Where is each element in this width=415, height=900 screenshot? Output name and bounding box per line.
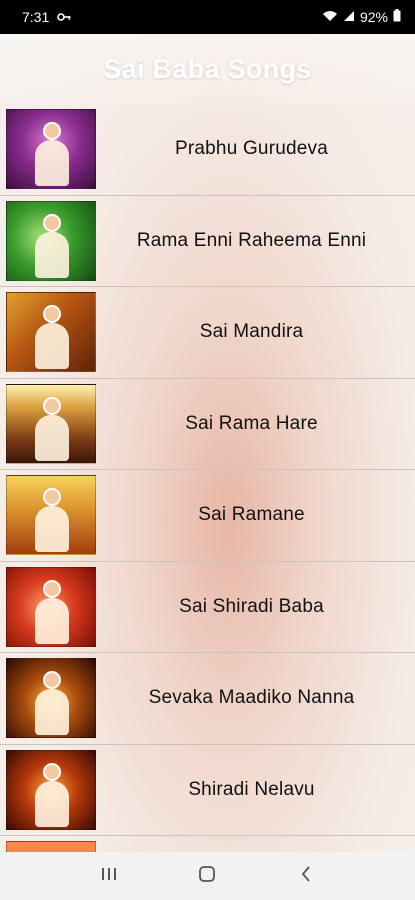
thumbnail-figure-body (35, 506, 69, 553)
status-bar: 7:31 92% (0, 0, 415, 34)
song-title: Sai Shiradi Baba (179, 595, 324, 617)
battery-text: 92% (359, 9, 388, 25)
song-item-prabhu-gurudeva[interactable]: Prabhu Gurudeva (0, 104, 415, 196)
thumbnail-figure-body (35, 140, 69, 187)
thumbnail-figure-head (43, 671, 61, 690)
song-title: Sevaka Maadiko Nanna (148, 687, 355, 709)
back-button[interactable] (286, 856, 326, 896)
thumbnail-figure-head (43, 213, 61, 232)
song-thumbnail (6, 841, 96, 852)
song-thumbnail (6, 292, 96, 373)
song-item-sevaka-maadiko-nanna[interactable]: Sevaka Maadiko Nanna (0, 653, 415, 745)
thumbnail-figure-head (43, 122, 61, 141)
song-item-sai-mandira[interactable]: Sai Mandira (0, 287, 415, 379)
thumbnail-figure-head (43, 305, 61, 324)
song-title: Rama Enni Raheema Enni (136, 229, 367, 251)
thumbnail-figure-head (43, 762, 61, 781)
song-thumbnail (6, 658, 96, 739)
recents-button[interactable] (89, 856, 129, 896)
status-right: 92% (322, 9, 401, 25)
song-list[interactable]: Prabhu Gurudeva Rama Enni Raheema Enni S… (0, 104, 415, 852)
song-thumbnail (6, 749, 96, 830)
song-item-rama-enni-raheema-enni[interactable]: Rama Enni Raheema Enni (0, 196, 415, 287)
song-title: Prabhu Gurudeva (175, 138, 328, 160)
battery-icon (393, 9, 401, 25)
back-icon (300, 865, 312, 888)
status-time: 7:31 (22, 9, 50, 25)
song-item-sai-ramane[interactable]: Sai Ramane (0, 470, 415, 562)
song-item-sai-shiradi-baba[interactable]: Sai Shiradi Baba (0, 562, 415, 653)
song-thumbnail (6, 475, 96, 556)
song-thumbnail (6, 383, 96, 464)
song-title: Shiradi Nelavu (188, 778, 315, 800)
song-item-sai-rama-hare[interactable]: Sai Rama Hare (0, 379, 415, 470)
song-item-shiradi-nelavu[interactable]: Shiradi Nelavu (0, 745, 415, 836)
system-nav-bar (0, 852, 415, 900)
thumbnail-figure-body (35, 780, 69, 827)
thumbnail-figure-body (35, 414, 69, 461)
signal-icon (343, 9, 355, 25)
thumbnail-figure-body (35, 597, 69, 644)
song-title: Sai Mandira (199, 321, 304, 343)
app-screen: 7:31 92% Sai Baba Songs Prabhu Gurudeva … (0, 0, 415, 900)
status-left: 7:31 (22, 9, 71, 25)
home-button[interactable] (187, 856, 227, 896)
thumbnail-figure-body (35, 231, 69, 278)
thumbnail-figure-head (43, 396, 61, 415)
song-thumbnail (6, 109, 96, 190)
home-icon (198, 865, 216, 888)
recents-icon (100, 866, 118, 887)
wifi-icon (322, 9, 338, 25)
thumbnail-figure-body (35, 689, 69, 736)
song-thumbnail (6, 566, 96, 647)
song-item-partial[interactable] (0, 836, 415, 852)
song-thumbnail (6, 200, 96, 281)
app-header: Sai Baba Songs (0, 34, 415, 104)
thumbnail-figure-head (43, 488, 61, 507)
song-title: Sai Ramane (198, 504, 305, 526)
thumbnail-figure-body (35, 323, 69, 370)
thumbnail-figure-head (43, 579, 61, 598)
key-icon (57, 9, 71, 25)
song-title: Sai Rama Hare (185, 412, 318, 434)
page-title: Sai Baba Songs (103, 53, 312, 84)
